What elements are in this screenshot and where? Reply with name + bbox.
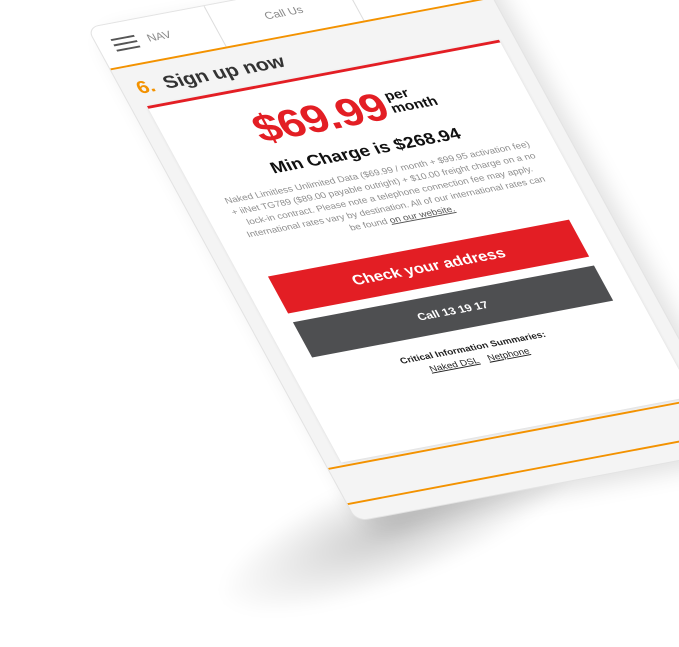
phone-screen: NAV Call Us 6. Sign up now $69.99 per mo… — [88, 0, 679, 521]
price-period: per month — [381, 82, 441, 116]
call-us-button[interactable]: Call Us — [204, 0, 365, 47]
nav-menu-button[interactable]: NAV — [88, 6, 227, 69]
step-number: 6. — [132, 76, 160, 99]
search-button[interactable] — [343, 0, 492, 20]
nav-menu-label: NAV — [144, 29, 174, 45]
hamburger-icon — [110, 34, 141, 52]
mockup-stage: NAV Call Us 6. Sign up now $69.99 per mo… — [0, 0, 679, 632]
plan-card: $69.99 per month Min Charge is $268.94 N… — [147, 39, 679, 463]
call-us-label: Call Us — [262, 4, 306, 23]
